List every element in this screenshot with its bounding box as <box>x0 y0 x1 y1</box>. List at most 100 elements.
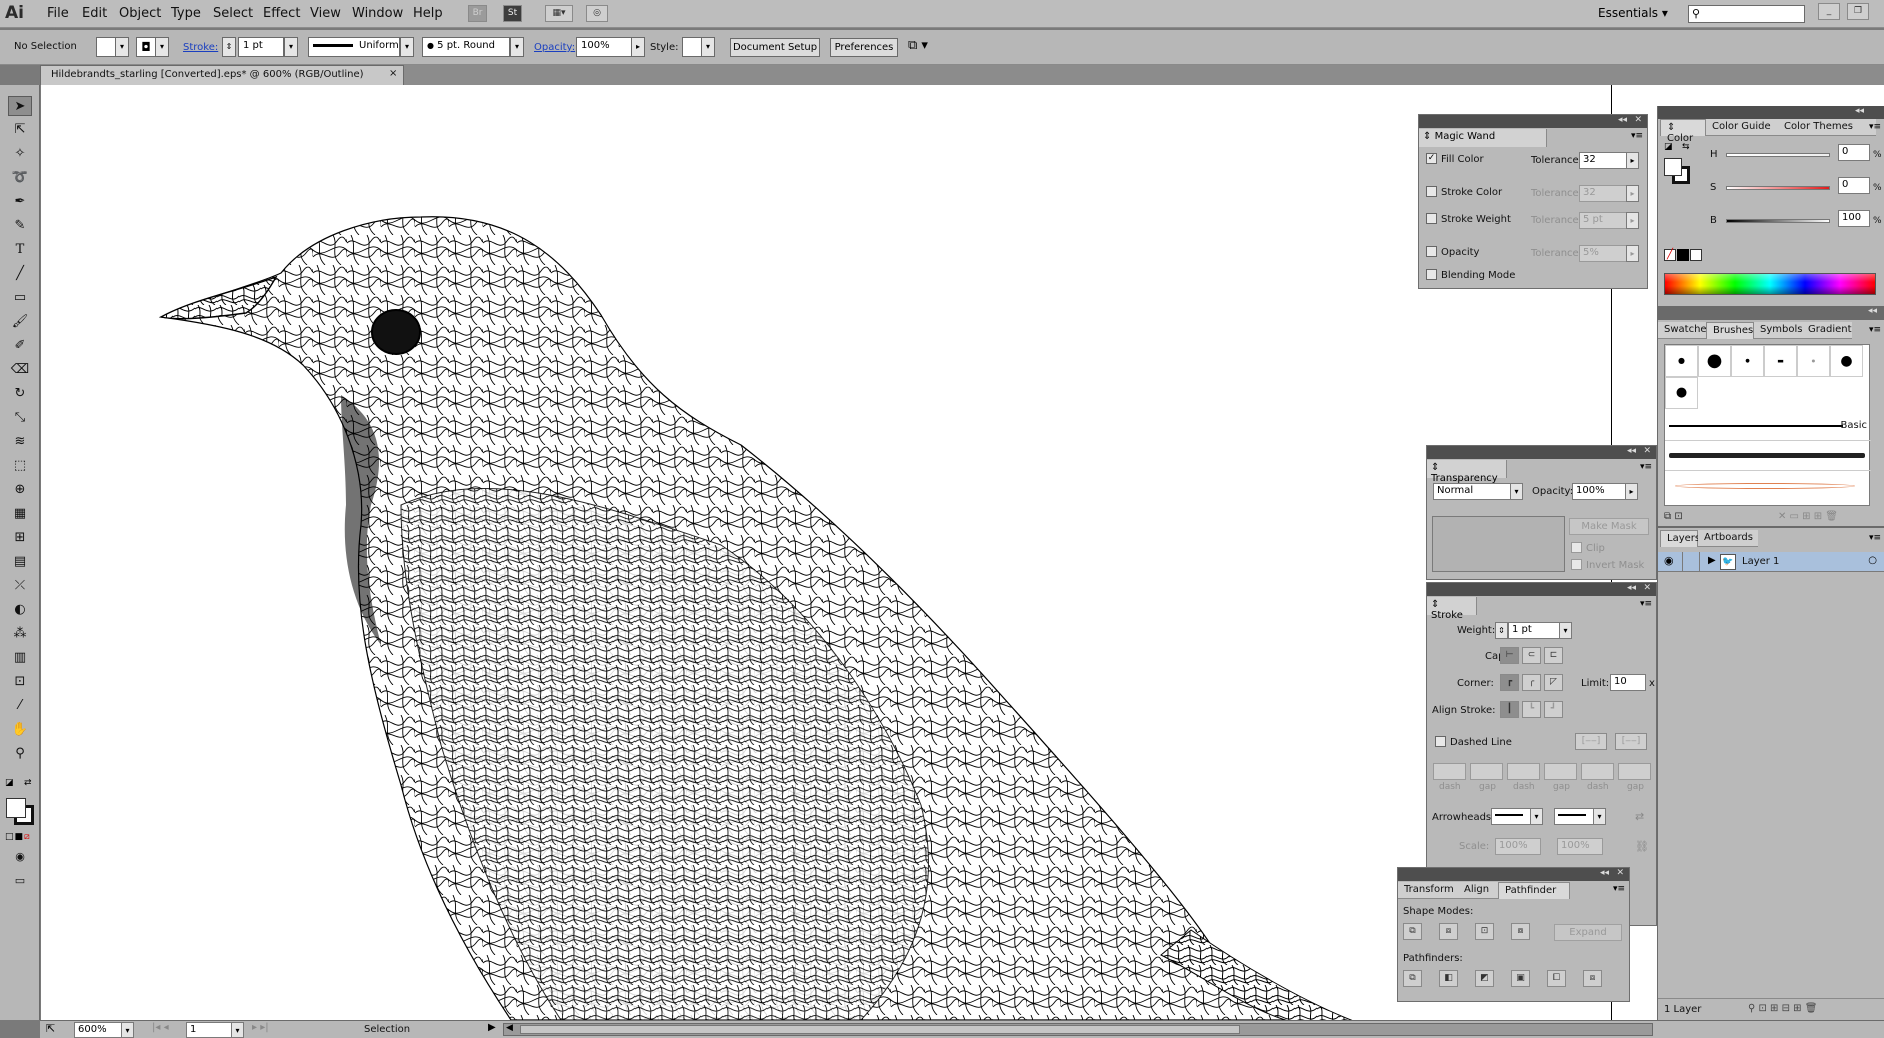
restore-window-button[interactable]: ❐ <box>1847 3 1869 20</box>
magic-wand-menu-icon[interactable]: ▾≡ <box>1631 131 1643 141</box>
help-search-input[interactable]: ⚲ <box>1688 5 1805 23</box>
tab-layers[interactable]: Layers <box>1660 530 1700 547</box>
h-slider[interactable] <box>1726 153 1830 157</box>
symbol-sprayer-tool-icon[interactable]: ⁂ <box>8 624 32 644</box>
first-artboard-icon[interactable]: |◂ ◂ <box>152 1022 169 1033</box>
preferences-button[interactable]: Preferences <box>830 38 898 57</box>
align-center-icon[interactable]: ┃ <box>1500 701 1519 718</box>
tab-transform[interactable]: Transform <box>1398 882 1458 899</box>
variable-width-profile[interactable]: Uniform <box>308 37 400 57</box>
shape-builder-tool-icon[interactable]: ⊕ <box>8 480 32 500</box>
tab-color-guide[interactable]: Color Guide <box>1706 119 1778 136</box>
transparency-opacity-arrow[interactable]: ▸ <box>1625 483 1638 500</box>
stroke-color-tolerance-field[interactable]: 32 <box>1579 185 1627 202</box>
menu-type[interactable]: Type <box>171 6 201 21</box>
artboard-dropdown[interactable]: ▾ <box>231 1022 244 1038</box>
layers-menu-icon[interactable]: ▾≡ <box>1869 533 1881 543</box>
align-inside-icon[interactable]: ┗ <box>1522 701 1541 718</box>
menu-object[interactable]: Object <box>119 6 161 21</box>
mesh-tool-icon[interactable]: ⊞ <box>8 528 32 548</box>
line-segment-tool-icon[interactable]: ╱ <box>8 264 32 284</box>
menu-view[interactable]: View <box>310 6 341 21</box>
brush-calligraphic-icon[interactable]: ▬ <box>1764 345 1797 377</box>
scale-tool-icon[interactable]: ⤡ <box>8 408 32 428</box>
brush-definition[interactable]: ● 5 pt. Round <box>422 37 510 57</box>
gpu-performance-icon[interactable]: ◎ <box>586 5 608 22</box>
gradient-tool-icon[interactable]: ▤ <box>8 552 32 572</box>
artboard-number-field[interactable]: 1 <box>186 1022 232 1038</box>
brush-round-medium-icon[interactable]: ● <box>1830 345 1863 377</box>
menu-window[interactable]: Window <box>352 6 403 21</box>
intersect-icon[interactable]: ⊡ <box>1475 923 1494 940</box>
crop-icon[interactable]: ▣ <box>1511 970 1530 987</box>
transparency-menu-icon[interactable]: ▾≡ <box>1640 462 1652 472</box>
tab-artboards[interactable]: Artboards <box>1698 530 1758 547</box>
b-slider[interactable] <box>1726 219 1830 223</box>
s-slider[interactable] <box>1726 186 1830 190</box>
blend-mode-select[interactable]: Normal <box>1433 483 1511 500</box>
fill-dropdown[interactable]: ▾ <box>115 37 129 57</box>
fill-color-checkbox[interactable]: ✓ <box>1426 153 1437 164</box>
color-default-icon[interactable]: ◪ <box>1664 142 1673 152</box>
tab-symbols[interactable]: Symbols <box>1754 322 1802 339</box>
menu-help[interactable]: Help <box>413 6 443 21</box>
stroke-swatch[interactable]: ◘ <box>136 37 156 57</box>
screen-mode-icon[interactable]: ▭ <box>8 871 32 891</box>
pathfinder-panel-header[interactable]: ◂◂ ✕ <box>1398 868 1629 881</box>
round-join-icon[interactable]: ╭ <box>1522 674 1541 691</box>
color-menu-icon[interactable]: ▾≡ <box>1869 122 1881 132</box>
hand-tool-icon[interactable]: ✋ <box>8 720 32 740</box>
bevel-join-icon[interactable]: ◸ <box>1544 674 1563 691</box>
opacity-tolerance-arrow[interactable]: ▸ <box>1626 245 1639 262</box>
brush-dropdown[interactable]: ▾ <box>510 37 524 57</box>
dash-field-1[interactable] <box>1433 763 1466 780</box>
tab-gradient[interactable]: Gradient <box>1802 322 1852 339</box>
selection-tool-icon[interactable]: ➤ <box>8 96 32 116</box>
dash-preserve-icon[interactable]: [‒‒] <box>1575 733 1607 750</box>
warp-tool-icon[interactable]: ≋ <box>8 432 32 452</box>
transparency-panel-header[interactable]: ◂◂ ✕ <box>1427 446 1656 459</box>
graphic-style-dropdown[interactable]: ▾ <box>701 37 715 57</box>
blob-brush-tool-icon[interactable]: ✐ <box>8 336 32 356</box>
eyedropper-tool-icon[interactable]: ⤫ <box>8 576 32 596</box>
link-scale-icon[interactable]: ⛓ <box>1635 840 1649 853</box>
slice-tool-icon[interactable]: ⁄ <box>8 696 32 716</box>
profile-dropdown[interactable]: ▾ <box>400 37 414 57</box>
mask-thumbnail[interactable] <box>1432 516 1565 572</box>
tab-align[interactable]: Align <box>1458 882 1498 899</box>
brush-tiny-icon[interactable]: ● <box>1731 345 1764 377</box>
fill-swatch[interactable] <box>96 37 116 57</box>
outline-icon[interactable]: ⧠ <box>1547 970 1566 987</box>
column-graph-tool-icon[interactable]: ▥ <box>8 648 32 668</box>
paintbrush-tool-icon[interactable]: 🖌 <box>8 312 32 332</box>
blend-mode-dropdown[interactable]: ▾ <box>1510 483 1523 500</box>
miter-join-icon[interactable]: ┏ <box>1500 674 1519 691</box>
s-field[interactable]: 0 <box>1838 177 1870 194</box>
stock-button[interactable]: St <box>503 5 522 22</box>
start-arrowhead-select[interactable] <box>1491 808 1531 825</box>
stroke-swatch-dropdown[interactable]: ▾ <box>155 37 169 57</box>
magic-wand-tab[interactable]: ⇕ Magic Wand <box>1419 129 1547 147</box>
swap-colors-icon[interactable]: ⇄ <box>24 778 32 788</box>
menu-edit[interactable]: Edit <box>82 6 107 21</box>
end-scale-field[interactable]: 100% <box>1557 838 1603 855</box>
exclude-icon[interactable]: ⧇ <box>1511 923 1530 940</box>
scroll-left-icon[interactable]: ◀ <box>506 1023 513 1033</box>
divide-icon[interactable]: ⧉ <box>1403 970 1422 987</box>
magic-wand-panel-header[interactable]: ◂◂ ✕ <box>1419 115 1647 128</box>
free-transform-tool-icon[interactable]: ⬚ <box>8 456 32 476</box>
stroke-weight-tolerance-arrow[interactable]: ▸ <box>1626 212 1639 229</box>
clip-checkbox[interactable] <box>1571 542 1582 553</box>
brush-round-small-icon[interactable]: ● <box>1665 345 1698 377</box>
zoom-tool-icon[interactable]: ⚲ <box>8 744 32 764</box>
tab-swatches[interactable]: Swatches <box>1658 322 1706 339</box>
arrange-documents-icon[interactable]: ▦▾ <box>545 5 573 22</box>
minus-back-icon[interactable]: ⧈ <box>1583 970 1602 987</box>
swap-arrowheads-icon[interactable]: ⇄ <box>1635 810 1644 823</box>
type-tool-icon[interactable]: T <box>8 240 32 260</box>
unite-icon[interactable]: ⧉ <box>1403 923 1422 940</box>
opacity-arrow[interactable]: ▸ <box>631 37 645 57</box>
start-arrowhead-dropdown[interactable]: ▾ <box>1530 808 1543 825</box>
minimize-window-button[interactable]: _ <box>1818 3 1840 20</box>
expand-layer-icon[interactable]: ▶ <box>1708 555 1716 566</box>
